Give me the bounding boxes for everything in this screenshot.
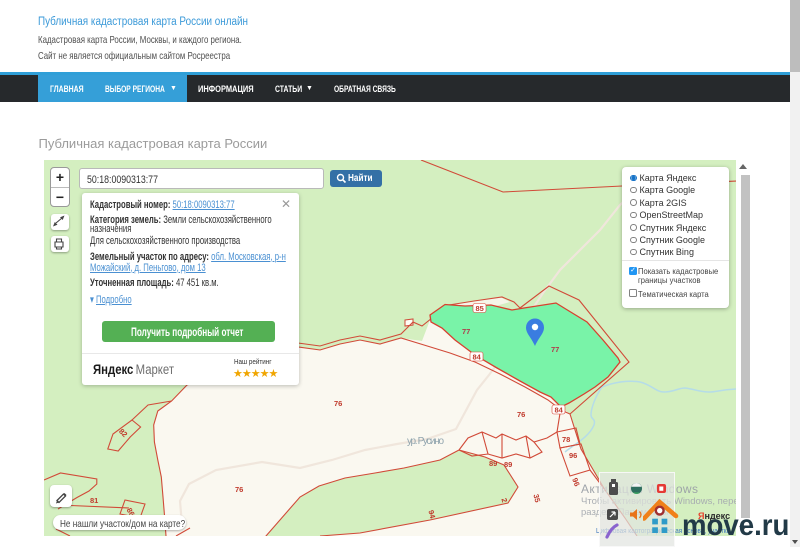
svg-text:81: 81	[90, 496, 98, 505]
svg-text:96: 96	[569, 451, 577, 460]
svg-text:77: 77	[551, 345, 559, 354]
svg-text:76: 76	[517, 410, 525, 419]
svg-text:89: 89	[489, 459, 497, 468]
svg-text:84: 84	[555, 406, 564, 415]
svg-text:76: 76	[334, 399, 342, 408]
svg-text:84: 84	[473, 353, 482, 362]
svg-text:85: 85	[476, 304, 484, 313]
svg-text:89: 89	[504, 460, 512, 469]
svg-text:76: 76	[235, 485, 243, 494]
svg-text:78: 78	[562, 435, 570, 444]
svg-text:77: 77	[462, 327, 470, 336]
svg-text:ур. Русино: ур. Русино	[407, 436, 444, 447]
